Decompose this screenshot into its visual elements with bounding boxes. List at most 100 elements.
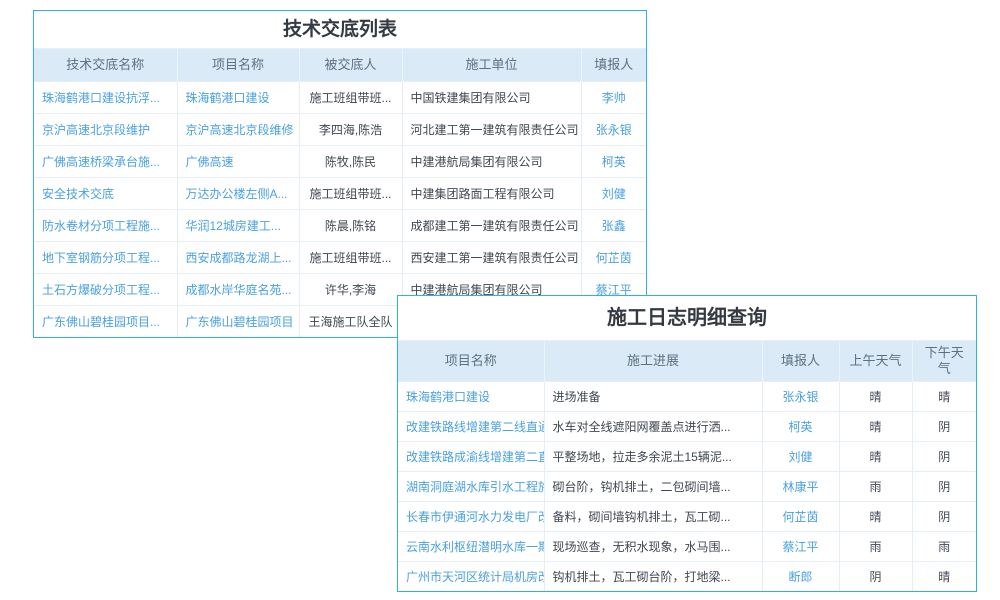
filler-cell[interactable]: 何芷茵 bbox=[581, 242, 646, 274]
construction-unit-cell: 中建港航局集团有限公司 bbox=[402, 146, 581, 178]
project-name-cell[interactable]: 广东佛山碧桂园项目 bbox=[177, 306, 299, 338]
column-header-filler: 填报人 bbox=[762, 341, 839, 382]
log-table-row: 云南水利枢纽潜明水库一期工程 现场巡查，无积水现象，水马围... 蔡江平 雨 雨 bbox=[398, 532, 976, 562]
morning-weather-cell: 阴 bbox=[839, 562, 912, 592]
disclosure-table-row: 防水卷材分项工程施... 华润12城房建工... 陈晨,陈铭 成都建工第一建筑有… bbox=[34, 210, 646, 242]
afternoon-weather-cell: 晴 bbox=[912, 562, 976, 592]
construction-unit-cell: 成都建工第一建筑有限责任公司 bbox=[402, 210, 581, 242]
afternoon-weather-cell: 阴 bbox=[912, 472, 976, 502]
column-header-morning-weather: 上午天气 bbox=[839, 341, 912, 382]
construction-log-title: 施工日志明细查询 bbox=[398, 296, 976, 341]
project-name-cell[interactable]: 万达办公楼左侧A... bbox=[177, 178, 299, 210]
morning-weather-cell: 晴 bbox=[839, 382, 912, 412]
afternoon-weather-cell: 阴 bbox=[912, 442, 976, 472]
disclosure-table-row: 珠海鹤港口建设抗浮... 珠海鹤港口建设 施工班组带班... 中国铁建集团有限公… bbox=[34, 82, 646, 114]
column-header-construction-unit: 施工单位 bbox=[402, 49, 581, 82]
disclosure-table-row: 安全技术交底 万达办公楼左侧A... 施工班组带班... 中建集团路面工程有限公… bbox=[34, 178, 646, 210]
morning-weather-cell: 雨 bbox=[839, 532, 912, 562]
project-name-cell[interactable]: 改建铁路成渝线增建第二直通线 bbox=[398, 442, 544, 472]
log-header-row: 项目名称 施工进展 填报人 上午天气 下午天气 bbox=[398, 341, 976, 382]
project-name-cell[interactable]: 云南水利枢纽潜明水库一期工程 bbox=[398, 532, 544, 562]
project-name-cell[interactable]: 改建铁路线增建第二线直通线 bbox=[398, 412, 544, 442]
column-header-project-name: 项目名称 bbox=[398, 341, 544, 382]
disclosure-table: 技术交底名称 项目名称 被交底人 施工单位 填报人 珠海鹤港口建设抗浮... 珠… bbox=[34, 49, 646, 337]
afternoon-weather-cell: 阴 bbox=[912, 412, 976, 442]
filler-cell[interactable]: 刘健 bbox=[581, 178, 646, 210]
project-name-cell[interactable]: 成都水岸华庭名苑... bbox=[177, 274, 299, 306]
briefed-person-cell: 李四海,陈浩 bbox=[299, 114, 402, 146]
afternoon-weather-cell: 阴 bbox=[912, 502, 976, 532]
project-name-cell[interactable]: 京沪高速北京段维修 bbox=[177, 114, 299, 146]
progress-cell: 平整场地，拉走多余泥土15辆泥... bbox=[544, 442, 762, 472]
morning-weather-cell: 晴 bbox=[839, 442, 912, 472]
project-name-cell[interactable]: 长春市伊通河水力发电厂改建工程 bbox=[398, 502, 544, 532]
filler-cell[interactable]: 张鑫 bbox=[581, 210, 646, 242]
project-name-cell[interactable]: 西安成都路龙湖上... bbox=[177, 242, 299, 274]
project-name-cell[interactable]: 湖南洞庭湖水库引水工程施工项目 bbox=[398, 472, 544, 502]
project-name-cell[interactable]: 珠海鹤港口建设 bbox=[177, 82, 299, 114]
briefed-person-cell: 施工班组带班... bbox=[299, 82, 402, 114]
briefed-person-cell: 施工班组带班... bbox=[299, 178, 402, 210]
filler-cell[interactable]: 李帅 bbox=[581, 82, 646, 114]
project-name-cell[interactable]: 广佛高速 bbox=[177, 146, 299, 178]
construction-unit-cell: 中国铁建集团有限公司 bbox=[402, 82, 581, 114]
construction-log-panel: 施工日志明细查询 项目名称 施工进展 填报人 上午天气 下午天气 珠海鹤港口建设… bbox=[397, 295, 977, 592]
disclosure-table-row: 地下室钢筋分项工程... 西安成都路龙湖上... 施工班组带班... 西安建工第… bbox=[34, 242, 646, 274]
morning-weather-cell: 雨 bbox=[839, 472, 912, 502]
filler-cell[interactable]: 蔡江平 bbox=[762, 532, 839, 562]
column-header-disclosure-name: 技术交底名称 bbox=[34, 49, 177, 82]
project-name-cell[interactable]: 广州市天河区统计局机房改造项目 bbox=[398, 562, 544, 592]
log-table-row: 改建铁路线增建第二线直通线 水车对全线遮阳网覆盖点进行洒... 柯英 晴 阴 bbox=[398, 412, 976, 442]
filler-cell[interactable]: 刘健 bbox=[762, 442, 839, 472]
log-table-row: 广州市天河区统计局机房改造项目 钩机排土，瓦工砌台阶，打地梁... 断郎 阴 晴 bbox=[398, 562, 976, 592]
progress-cell: 水车对全线遮阳网覆盖点进行洒... bbox=[544, 412, 762, 442]
progress-cell: 砌台阶，钩机排土，二包砌间墙... bbox=[544, 472, 762, 502]
disclosure-table-row: 京沪高速北京段维护 京沪高速北京段维修 李四海,陈浩 河北建工第一建筑有限责任公… bbox=[34, 114, 646, 146]
morning-weather-cell: 晴 bbox=[839, 412, 912, 442]
project-name-cell[interactable]: 珠海鹤港口建设 bbox=[398, 382, 544, 412]
log-table-row: 湖南洞庭湖水库引水工程施工项目 砌台阶，钩机排土，二包砌间墙... 林康平 雨 … bbox=[398, 472, 976, 502]
construction-unit-cell: 西安建工第一建筑有限责任公司 bbox=[402, 242, 581, 274]
briefed-person-cell: 王海施工队全队 bbox=[299, 306, 402, 338]
disclosure-name-cell[interactable]: 防水卷材分项工程施... bbox=[34, 210, 177, 242]
progress-cell: 现场巡查，无积水现象，水马围... bbox=[544, 532, 762, 562]
column-header-project-name: 项目名称 bbox=[177, 49, 299, 82]
column-header-filler: 填报人 bbox=[581, 49, 646, 82]
disclosure-list-title: 技术交底列表 bbox=[34, 11, 646, 49]
construction-unit-cell: 中建集团路面工程有限公司 bbox=[402, 178, 581, 210]
project-name-cell[interactable]: 华润12城房建工... bbox=[177, 210, 299, 242]
briefed-person-cell: 许华,李海 bbox=[299, 274, 402, 306]
disclosure-name-cell[interactable]: 土石方爆破分项工程... bbox=[34, 274, 177, 306]
briefed-person-cell: 陈晨,陈铭 bbox=[299, 210, 402, 242]
filler-cell[interactable]: 柯英 bbox=[762, 412, 839, 442]
log-table-row: 改建铁路成渝线增建第二直通线 平整场地，拉走多余泥土15辆泥... 刘健 晴 阴 bbox=[398, 442, 976, 472]
disclosure-name-cell[interactable]: 广东佛山碧桂园项目... bbox=[34, 306, 177, 338]
log-table-row: 珠海鹤港口建设 进场准备 张永银 晴 晴 bbox=[398, 382, 976, 412]
filler-cell[interactable]: 张永银 bbox=[581, 114, 646, 146]
construction-unit-cell: 河北建工第一建筑有限责任公司 bbox=[402, 114, 581, 146]
progress-cell: 钩机排土，瓦工砌台阶，打地梁... bbox=[544, 562, 762, 592]
progress-cell: 进场准备 bbox=[544, 382, 762, 412]
afternoon-weather-cell: 雨 bbox=[912, 532, 976, 562]
disclosure-name-cell[interactable]: 地下室钢筋分项工程... bbox=[34, 242, 177, 274]
filler-cell[interactable]: 柯英 bbox=[581, 146, 646, 178]
construction-log-table: 项目名称 施工进展 填报人 上午天气 下午天气 珠海鹤港口建设 进场准备 张永银… bbox=[398, 341, 976, 591]
progress-cell: 备料，砌间墙钩机排土，瓦工砌... bbox=[544, 502, 762, 532]
briefed-person-cell: 陈牧,陈民 bbox=[299, 146, 402, 178]
column-header-briefed-person: 被交底人 bbox=[299, 49, 402, 82]
morning-weather-cell: 晴 bbox=[839, 502, 912, 532]
disclosure-table-row: 广佛高速桥梁承台施... 广佛高速 陈牧,陈民 中建港航局集团有限公司 柯英 bbox=[34, 146, 646, 178]
filler-cell[interactable]: 何芷茵 bbox=[762, 502, 839, 532]
filler-cell[interactable]: 断郎 bbox=[762, 562, 839, 592]
log-table-row: 长春市伊通河水力发电厂改建工程 备料，砌间墙钩机排土，瓦工砌... 何芷茵 晴 … bbox=[398, 502, 976, 532]
afternoon-weather-cell: 晴 bbox=[912, 382, 976, 412]
disclosure-name-cell[interactable]: 京沪高速北京段维护 bbox=[34, 114, 177, 146]
column-header-progress: 施工进展 bbox=[544, 341, 762, 382]
filler-cell[interactable]: 张永银 bbox=[762, 382, 839, 412]
disclosure-name-cell[interactable]: 珠海鹤港口建设抗浮... bbox=[34, 82, 177, 114]
filler-cell[interactable]: 林康平 bbox=[762, 472, 839, 502]
disclosure-list-panel: 技术交底列表 技术交底名称 项目名称 被交底人 施工单位 填报人 珠海鹤港口建设… bbox=[33, 10, 647, 338]
briefed-person-cell: 施工班组带班... bbox=[299, 242, 402, 274]
disclosure-name-cell[interactable]: 安全技术交底 bbox=[34, 178, 177, 210]
disclosure-name-cell[interactable]: 广佛高速桥梁承台施... bbox=[34, 146, 177, 178]
